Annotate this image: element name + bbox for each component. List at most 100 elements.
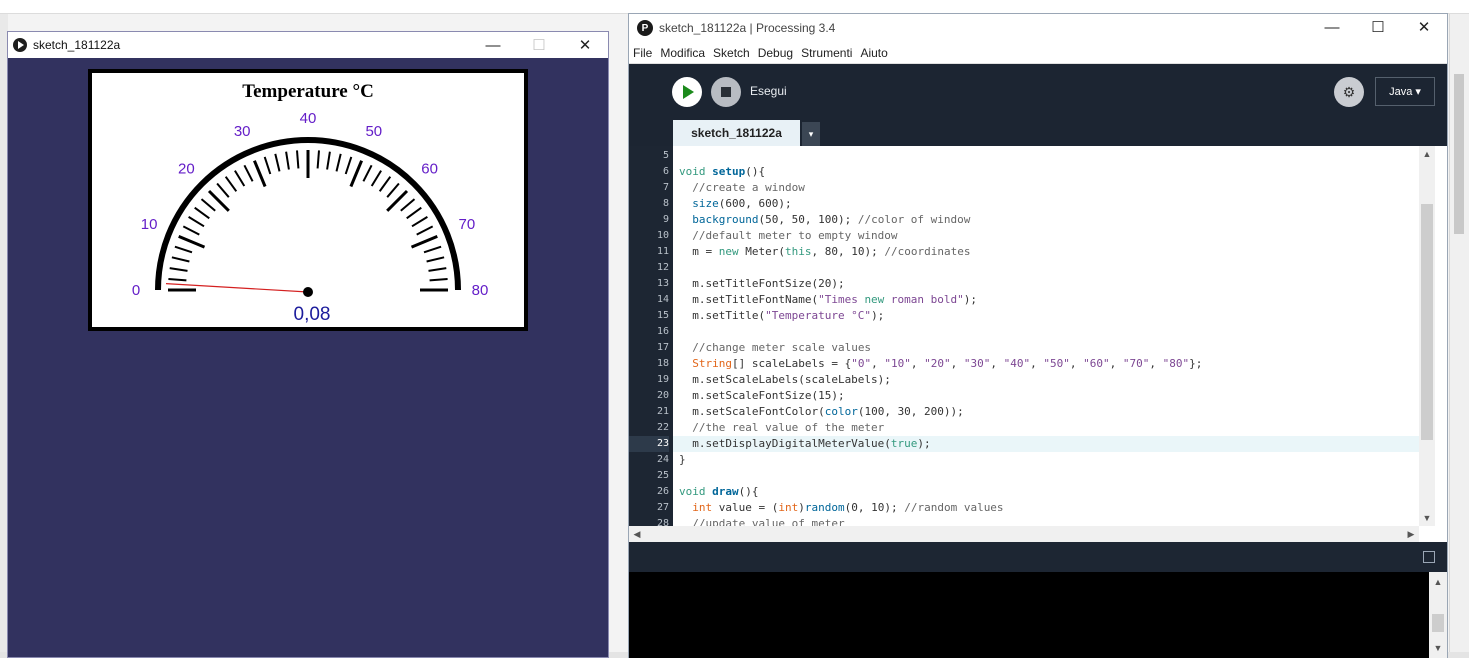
editor-vertical-scrollbar[interactable]: ▲ ▼ — [1419, 146, 1435, 526]
meter-digital-value: 0,08 — [294, 304, 331, 325]
code-line[interactable]: void setup(){ — [673, 164, 1419, 180]
tab-menu-arrow-icon[interactable]: ▾ — [802, 122, 820, 146]
meter-scale-label: 10 — [141, 216, 158, 233]
line-number: 17 — [656, 342, 669, 353]
minimize-button[interactable]: — — [470, 32, 516, 58]
editor-horizontal-scrollbar[interactable]: ◀ ▶ — [629, 526, 1419, 542]
code-line[interactable] — [673, 148, 1419, 164]
ide-toolbar: Esegui ⚙ Java ▾ — [629, 64, 1447, 120]
menu-modifica[interactable]: Modifica — [660, 46, 705, 60]
sketch-tab-bar: sketch_181122a ▾ — [629, 120, 1447, 146]
code-line[interactable]: m.setScaleFontColor(color(100, 30, 200))… — [673, 404, 1419, 420]
code-line[interactable]: m.setTitle("Temperature °C"); — [673, 308, 1419, 324]
page-scrollbar-thumb[interactable] — [1454, 74, 1464, 234]
ide-window-controls: — ☐ ✕ — [1309, 14, 1447, 40]
line-number: 19 — [656, 374, 669, 385]
scroll-left-icon[interactable]: ◀ — [629, 526, 645, 542]
code-line[interactable]: m.setDisplayDigitalMeterValue(true); — [673, 436, 1419, 452]
editor-scroll-thumb[interactable] — [1421, 204, 1433, 440]
meter-scale-label: 70 — [459, 216, 476, 233]
code-line[interactable]: m.setTitleFontName("Times new roman bold… — [673, 292, 1419, 308]
minimize-button[interactable]: — — [1309, 14, 1355, 40]
line-number: 6 — [662, 166, 669, 177]
line-number: 13 — [656, 278, 669, 289]
line-number: 14 — [656, 294, 669, 305]
scroll-right-icon[interactable]: ▶ — [1403, 526, 1419, 542]
processing-ide-window: P sketch_181122a | Processing 3.4 — ☐ ✕ … — [628, 13, 1448, 658]
console-scrollbar[interactable]: ▲ ▼ — [1429, 572, 1447, 658]
meter-tick — [429, 278, 448, 282]
code-line[interactable]: m.setTitleFontSize(20); — [673, 276, 1419, 292]
close-button[interactable]: ✕ — [1401, 14, 1447, 40]
sketch-titlebar[interactable]: sketch_181122a — ☐ ✕ — [8, 32, 608, 58]
code-line[interactable]: void draw(){ — [673, 484, 1419, 500]
meter-hub — [303, 287, 313, 297]
sketch-app-icon — [13, 38, 27, 52]
meter-scale-label: 80 — [472, 282, 489, 299]
stop-button[interactable] — [711, 77, 741, 107]
meter-tick — [168, 278, 187, 282]
ide-window-title: sketch_181122a | Processing 3.4 — [659, 21, 836, 35]
menu-debug[interactable]: Debug — [758, 46, 793, 60]
code-line[interactable]: m.setScaleFontSize(15); — [673, 388, 1419, 404]
code-editor[interactable]: 5 6 7 8 9 10 11 12 13 14 15 16 17 18 19 20 21 22 23 24 25 26 2… — [629, 146, 1447, 542]
maximize-button[interactable]: ☐ — [516, 32, 562, 58]
line-number: 7 — [662, 182, 669, 193]
meter-scale-label: 30 — [234, 123, 251, 140]
code-line[interactable] — [673, 260, 1419, 276]
console-copy-icon[interactable] — [1423, 551, 1435, 563]
code-line[interactable]: //create a window — [673, 180, 1419, 196]
console-scroll-up-icon[interactable]: ▲ — [1430, 574, 1446, 590]
mode-selector[interactable]: Java ▾ — [1375, 77, 1435, 106]
line-number: 27 — [656, 502, 669, 513]
page-scrollbar[interactable] — [1449, 14, 1469, 658]
code-line[interactable]: background(50, 50, 100); //color of wind… — [673, 212, 1419, 228]
code-line[interactable]: m = new Meter(this, 80, 10); //coordinat… — [673, 244, 1419, 260]
code-line[interactable]: } — [673, 452, 1419, 468]
code-line[interactable] — [673, 468, 1419, 484]
console-scroll-thumb[interactable] — [1432, 614, 1444, 632]
meter-scale-label: 50 — [365, 123, 382, 140]
meter-scale-label: 40 — [300, 110, 317, 127]
debug-icon[interactable]: ⚙ — [1334, 77, 1364, 107]
run-button[interactable] — [672, 77, 702, 107]
line-number: 11 — [656, 246, 669, 257]
menu-aiuto[interactable]: Aiuto — [860, 46, 887, 60]
line-number: 5 — [662, 150, 669, 161]
tab-sketch[interactable]: sketch_181122a — [673, 120, 800, 146]
meter-scale-label: 20 — [178, 160, 195, 177]
maximize-button[interactable]: ☐ — [1355, 14, 1401, 40]
run-label: Esegui — [750, 84, 787, 98]
meter-scale-label: 0 — [132, 282, 140, 299]
scroll-up-icon[interactable]: ▲ — [1419, 146, 1435, 162]
code-line[interactable]: m.setScaleLabels(scaleLabels); — [673, 372, 1419, 388]
code-line[interactable]: //default meter to empty window — [673, 228, 1419, 244]
line-number: 26 — [656, 486, 669, 497]
meter-gauge: Temperature °C 0 10 20 30 40 50 60 70 80 0,08 — [88, 69, 528, 331]
menu-sketch[interactable]: Sketch — [713, 46, 750, 60]
scroll-down-icon[interactable]: ▼ — [1419, 510, 1435, 526]
line-number: 22 — [656, 422, 669, 433]
ide-titlebar[interactable]: P sketch_181122a | Processing 3.4 — ☐ ✕ — [629, 14, 1447, 42]
console-scroll-down-icon[interactable]: ▼ — [1430, 640, 1446, 656]
menu-strumenti[interactable]: Strumenti — [801, 46, 852, 60]
code-line[interactable]: size(600, 600); — [673, 196, 1419, 212]
code-line[interactable]: int value = (int)random(0, 10); //random… — [673, 500, 1419, 516]
desktop: sketch_181122a — ☐ ✕ Temperature °C 0 10 2… — [0, 0, 1469, 658]
code-line[interactable]: //update value of meter — [673, 516, 1419, 526]
code-line[interactable] — [673, 324, 1419, 340]
line-number: 15 — [656, 310, 669, 321]
close-button[interactable]: ✕ — [562, 32, 608, 58]
line-number: 18 — [656, 358, 669, 369]
code-line[interactable]: String[] scaleLabels = {"0", "10", "20",… — [673, 356, 1419, 372]
code-text-area[interactable]: void setup(){ //create a window size(600… — [673, 146, 1419, 526]
processing-logo-icon: P — [637, 20, 653, 36]
line-number: 21 — [656, 406, 669, 417]
code-line[interactable]: //change meter scale values — [673, 340, 1419, 356]
background-window-strip — [0, 0, 1469, 14]
line-number: 16 — [656, 326, 669, 337]
meter-title: Temperature °C — [242, 81, 374, 102]
menu-file[interactable]: File — [633, 46, 652, 60]
code-line[interactable]: //the real value of the meter — [673, 420, 1419, 436]
console-output[interactable] — [629, 572, 1429, 658]
